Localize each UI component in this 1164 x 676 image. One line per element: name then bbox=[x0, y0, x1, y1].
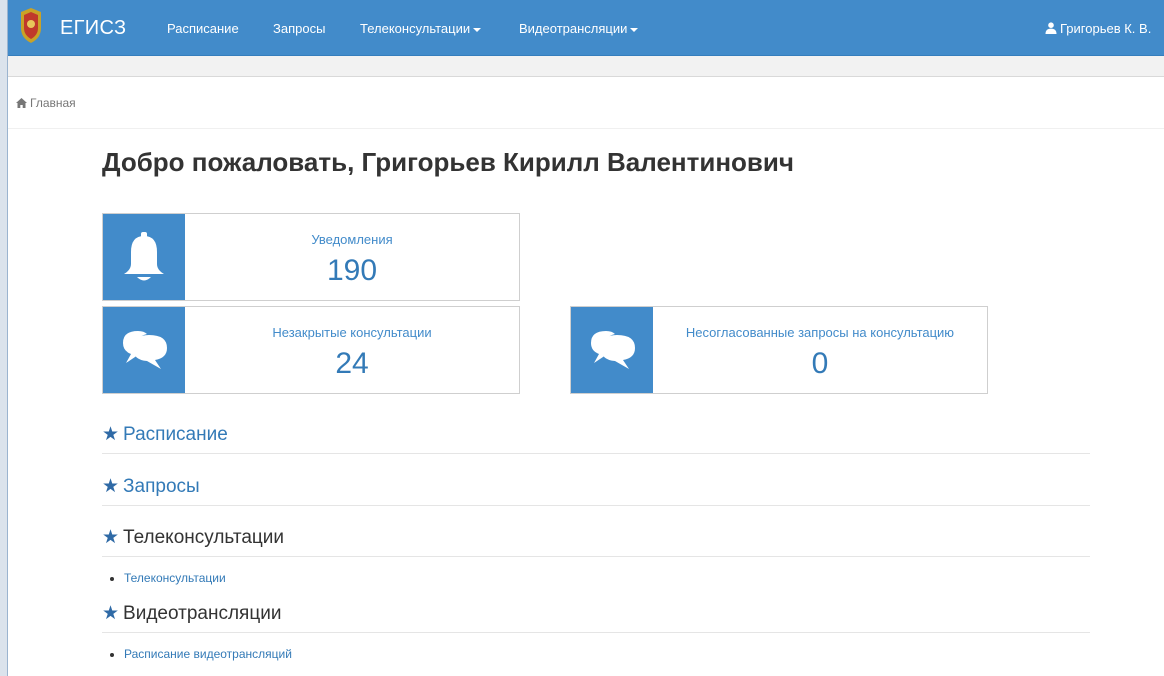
teleconsultations-link[interactable]: Телеконсультации bbox=[124, 571, 226, 585]
divider bbox=[8, 128, 1164, 129]
star-icon: ★ bbox=[102, 527, 120, 548]
nav-requests-label: Запросы bbox=[273, 21, 326, 36]
bell-icon bbox=[124, 232, 164, 281]
section-heading: ★ Телеконсультации bbox=[102, 526, 1090, 557]
card-value: 190 bbox=[326, 254, 378, 287]
star-icon: ★ bbox=[102, 476, 120, 497]
section-videostreams: ★Видеотрансляции Расписание видеотрансля… bbox=[102, 602, 1090, 661]
user-icon bbox=[1045, 22, 1057, 34]
chat-bubbles-icon bbox=[123, 331, 167, 369]
open-consultations-card[interactable]: Незакрытые консультации 24 bbox=[102, 306, 520, 394]
page-title: Добро пожаловать, Григорьев Кирилл Вален… bbox=[102, 147, 794, 177]
brand-title[interactable]: ЕГИСЗ bbox=[60, 17, 126, 40]
card-label: Несогласованные запросы на консультацию bbox=[685, 325, 955, 340]
nav-schedule[interactable]: Расписание bbox=[167, 21, 239, 36]
home-icon bbox=[16, 98, 27, 108]
section-title: Запросы bbox=[123, 476, 200, 497]
secondary-bar bbox=[8, 56, 1164, 77]
section-title: Видеотрансляции bbox=[123, 603, 282, 624]
card-label: Незакрытые консультации bbox=[272, 325, 432, 340]
section-title: Телеконсультации bbox=[123, 527, 285, 548]
star-icon: ★ bbox=[102, 603, 120, 624]
chat-bubbles-icon bbox=[591, 331, 635, 369]
section-links: Телеконсультации bbox=[102, 571, 1090, 585]
section-schedule: ★ Расписание bbox=[102, 423, 1090, 454]
card-icon-box bbox=[103, 214, 185, 300]
section-heading: ★ Видеотрансляции bbox=[102, 602, 1090, 633]
nav-requests[interactable]: Запросы bbox=[273, 21, 325, 36]
section-heading[interactable]: ★ Расписание bbox=[102, 423, 1090, 454]
unapproved-requests-card[interactable]: Несогласованные запросы на консультацию … bbox=[570, 306, 988, 394]
section-title: Расписание bbox=[123, 424, 228, 445]
section-heading[interactable]: ★ Запросы bbox=[102, 475, 1090, 506]
top-navbar: ЕГИСЗ Расписание Запросы Телеконсультаци… bbox=[8, 0, 1164, 56]
notifications-card[interactable]: Уведомления 190 bbox=[102, 213, 520, 301]
section-links: Расписание видеотрансляций bbox=[102, 647, 1090, 661]
nav-teleconsultations[interactable]: Телеконсультации bbox=[360, 21, 482, 36]
breadcrumb: Главная bbox=[16, 96, 76, 110]
card-value: 0 bbox=[811, 347, 829, 380]
card-value: 24 bbox=[335, 347, 369, 380]
caret-down-icon bbox=[630, 27, 639, 32]
card-label: Уведомления bbox=[311, 232, 393, 247]
section-requests: ★ Запросы bbox=[102, 475, 1090, 506]
section-teleconsultations: ★Телеконсультации Телеконсультации bbox=[102, 526, 1090, 585]
breadcrumb-home[interactable]: Главная bbox=[30, 96, 76, 110]
browser-viewport: ЕГИСЗ Расписание Запросы Телеконсультаци… bbox=[7, 0, 1164, 676]
card-icon-box bbox=[103, 307, 185, 393]
user-menu[interactable]: Григорьев К. В. bbox=[1045, 21, 1151, 36]
list-item: Телеконсультации bbox=[124, 571, 1090, 585]
star-icon: ★ bbox=[102, 424, 120, 445]
video-schedule-link[interactable]: Расписание видеотрансляций bbox=[124, 647, 292, 661]
nav-teleconsultations-label: Телеконсультации bbox=[360, 21, 471, 36]
nav-videostreams[interactable]: Видеотрансляции bbox=[519, 21, 639, 36]
nav-schedule-label: Расписание bbox=[167, 21, 239, 36]
caret-down-icon bbox=[473, 27, 482, 32]
user-name: Григорьев К. В. bbox=[1060, 21, 1152, 36]
nav-videostreams-label: Видеотрансляции bbox=[519, 21, 628, 36]
list-item: Расписание видеотрансляций bbox=[124, 647, 1090, 661]
coat-of-arms-icon bbox=[21, 8, 41, 43]
card-icon-box bbox=[571, 307, 653, 393]
